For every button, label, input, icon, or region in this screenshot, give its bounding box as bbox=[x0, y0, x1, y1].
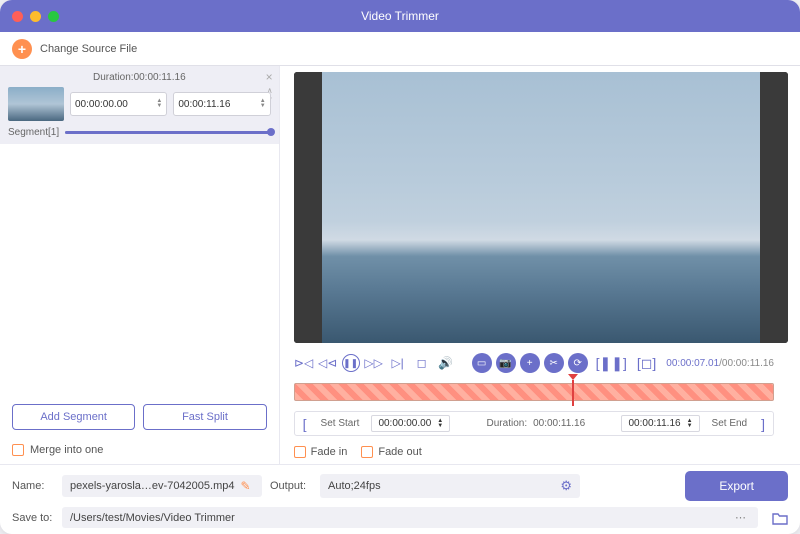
snapshot-icon[interactable]: 📷 bbox=[496, 353, 516, 373]
segment-list-empty bbox=[0, 144, 279, 394]
name-label: Name: bbox=[12, 480, 54, 492]
output-label: Output: bbox=[270, 480, 312, 492]
open-folder-icon[interactable] bbox=[772, 511, 788, 525]
merge-checkbox[interactable] bbox=[12, 444, 24, 456]
video-preview[interactable] bbox=[294, 72, 788, 343]
gear-icon[interactable]: ⚙ bbox=[560, 478, 572, 494]
change-source-label[interactable]: Change Source File bbox=[40, 43, 137, 55]
app-window: Video Trimmer + Change Source File × ∧∨ … bbox=[0, 0, 800, 534]
segment-range-slider[interactable] bbox=[65, 131, 270, 134]
volume-icon[interactable]: 🔊 bbox=[436, 353, 456, 373]
save-to-label: Save to: bbox=[12, 512, 54, 524]
top-toolbar: + Change Source File bbox=[0, 32, 800, 66]
window-controls bbox=[12, 11, 59, 22]
zoom-window-button[interactable] bbox=[48, 11, 59, 22]
bottom-bar: Name: pexels-yarosla…ev-7042005.mp4 ✎ Ou… bbox=[0, 464, 800, 534]
set-start-button[interactable]: Set Start bbox=[315, 416, 366, 431]
set-end-button[interactable]: Set End bbox=[706, 416, 754, 431]
mark-out-icon[interactable]: [◻] bbox=[637, 355, 656, 372]
app-title: Video Trimmer bbox=[361, 9, 439, 23]
bracket-open-icon: [ bbox=[301, 416, 309, 432]
prev-segment-icon[interactable]: ⊳◁ bbox=[294, 353, 314, 373]
fade-options: Fade in Fade out bbox=[280, 440, 788, 464]
trim-controls: [ Set Start 00:00:00.00 ▲▼ Duration: 00:0… bbox=[294, 411, 774, 436]
stepper-icon[interactable]: ▲▼ bbox=[687, 419, 693, 429]
segment-duration-value: 00:00:11.16 bbox=[134, 72, 186, 83]
trim-duration-label: Duration: bbox=[487, 418, 528, 429]
step-forward-icon[interactable]: ▷▷ bbox=[364, 353, 384, 373]
segment-name: Segment[1] bbox=[8, 127, 59, 138]
segment-end-input[interactable]: 00:00:11.16 ▲▼ bbox=[173, 92, 270, 116]
bracket-close-icon: ] bbox=[759, 416, 767, 432]
fade-out-label: Fade out bbox=[378, 446, 421, 458]
pause-icon[interactable]: ❚❚ bbox=[342, 354, 360, 372]
filename-field[interactable]: pexels-yarosla…ev-7042005.mp4 ✎ bbox=[62, 475, 262, 497]
merge-label: Merge into one bbox=[30, 444, 103, 456]
fade-out-checkbox[interactable] bbox=[361, 446, 373, 458]
main-area: × ∧∨ Duration:00:00:11.16 00:00:00.00 ▲▼… bbox=[0, 66, 800, 464]
trim-duration-value: 00:00:11.16 bbox=[533, 418, 585, 429]
segments-panel: × ∧∨ Duration:00:00:11.16 00:00:00.00 ▲▼… bbox=[0, 66, 280, 464]
step-back-icon[interactable]: ◁⊲ bbox=[318, 353, 338, 373]
fade-in-checkbox[interactable] bbox=[294, 446, 306, 458]
playhead-icon[interactable] bbox=[572, 380, 574, 406]
stepper-icon[interactable]: ▲▼ bbox=[156, 99, 162, 109]
export-button[interactable]: Export bbox=[685, 471, 788, 501]
stepper-icon[interactable]: ▲▼ bbox=[260, 99, 266, 109]
fade-in-label: Fade in bbox=[311, 446, 348, 458]
close-window-button[interactable] bbox=[12, 11, 23, 22]
segment-item[interactable]: × ∧∨ Duration:00:00:11.16 00:00:00.00 ▲▼… bbox=[0, 66, 279, 144]
stop-icon[interactable]: ◻ bbox=[412, 353, 432, 373]
add-segment-button[interactable]: Add Segment bbox=[12, 404, 135, 430]
mark-in-icon[interactable]: [❚❚] bbox=[596, 355, 627, 372]
trim-start-input[interactable]: 00:00:00.00 ▲▼ bbox=[371, 415, 450, 432]
time-display: 00:00:07.01/00:00:11.16 bbox=[666, 358, 774, 369]
segment-thumbnail bbox=[8, 87, 64, 121]
aspect-ratio-icon[interactable]: ▭ bbox=[472, 353, 492, 373]
playback-controls: ⊳◁ ◁⊲ ❚❚ ▷▷ ▷| ◻ 🔊 ▭ 📷 + ✂ ⟳ [❚❚] [◻] 00… bbox=[280, 349, 788, 377]
close-icon[interactable]: × bbox=[266, 70, 273, 84]
output-format-field[interactable]: Auto;24fps ⚙ bbox=[320, 474, 580, 498]
titlebar: Video Trimmer bbox=[0, 0, 800, 32]
segment-duration-label: Duration: bbox=[93, 72, 134, 83]
next-frame-icon[interactable]: ▷| bbox=[388, 353, 408, 373]
pencil-icon[interactable]: ✎ bbox=[240, 479, 250, 493]
cut-icon[interactable]: ✂ bbox=[544, 353, 564, 373]
preview-panel: ⊳◁ ◁⊲ ❚❚ ▷▷ ▷| ◻ 🔊 ▭ 📷 + ✂ ⟳ [❚❚] [◻] 00… bbox=[280, 66, 800, 464]
rotate-icon[interactable]: ⟳ bbox=[568, 353, 588, 373]
trim-end-input[interactable]: 00:00:11.16 ▲▼ bbox=[621, 415, 699, 432]
timeline-track[interactable] bbox=[294, 383, 774, 401]
change-source-icon[interactable]: + bbox=[12, 39, 32, 59]
browse-icon[interactable]: ⋯ bbox=[731, 511, 750, 524]
segment-start-input[interactable]: 00:00:00.00 ▲▼ bbox=[70, 92, 167, 116]
minimize-window-button[interactable] bbox=[30, 11, 41, 22]
stepper-icon[interactable]: ▲▼ bbox=[437, 419, 443, 429]
fast-split-button[interactable]: Fast Split bbox=[143, 404, 266, 430]
add-icon[interactable]: + bbox=[520, 353, 540, 373]
save-path-field[interactable]: /Users/test/Movies/Video Trimmer ⋯ bbox=[62, 507, 758, 528]
